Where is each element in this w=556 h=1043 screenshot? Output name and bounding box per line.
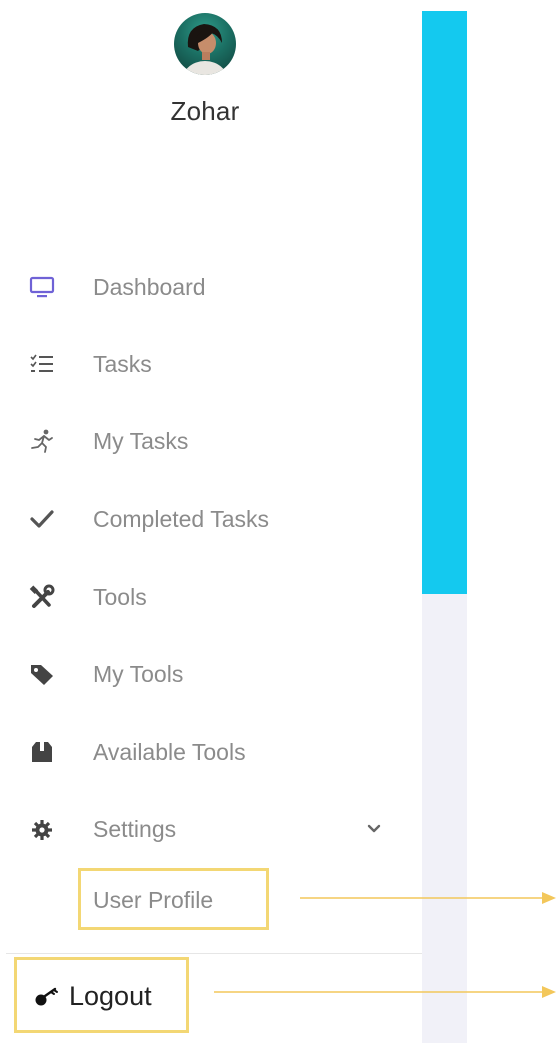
nav-label: Tools xyxy=(93,584,147,610)
gear-icon xyxy=(28,816,56,842)
annotation-arrow-logout xyxy=(214,986,556,998)
nav-label: Dashboard xyxy=(93,274,206,300)
checkmark-icon xyxy=(28,506,56,532)
chevron-down-icon[interactable] xyxy=(364,818,384,838)
nav-label: My Tasks xyxy=(93,428,189,454)
sidebar: Zohar Dashboard Tasks My Tasks Completed… xyxy=(0,0,422,1043)
user-avatar[interactable] xyxy=(174,13,236,75)
nav-item-tools[interactable]: Tools xyxy=(0,572,410,622)
nav-item-tasks[interactable]: Tasks xyxy=(0,339,410,389)
nav-item-my-tools[interactable]: My Tools xyxy=(0,649,410,699)
user-name: Zohar xyxy=(170,96,240,126)
nav-item-available-tools[interactable]: Available Tools xyxy=(0,727,410,777)
divider xyxy=(6,953,422,954)
tools-icon xyxy=(28,584,56,610)
nav-label: Tasks xyxy=(93,351,152,377)
nav-label: Available Tools xyxy=(93,739,246,765)
submenu-item-user-profile[interactable]: User Profile xyxy=(78,868,269,930)
logout-button[interactable]: Logout xyxy=(14,957,189,1033)
box-icon xyxy=(28,739,56,765)
nav-item-settings[interactable]: Settings xyxy=(0,804,410,854)
logout-key-icon xyxy=(34,985,66,1009)
nav-item-dashboard[interactable]: Dashboard xyxy=(0,262,410,312)
nav-label: Settings xyxy=(93,816,177,842)
nav-item-my-tasks[interactable]: My Tasks xyxy=(0,416,410,466)
tag-icon xyxy=(28,661,56,687)
running-icon xyxy=(28,428,56,454)
accent-bar xyxy=(422,11,467,594)
checklist-icon xyxy=(28,351,56,377)
submenu-label: User Profile xyxy=(93,887,214,913)
annotation-arrow-user-profile xyxy=(300,892,556,904)
logout-label: Logout xyxy=(69,981,152,1011)
nav-label: Completed Tasks xyxy=(93,506,269,532)
monitor-icon xyxy=(28,274,56,300)
nav-label: My Tools xyxy=(93,661,184,687)
nav-item-completed-tasks[interactable]: Completed Tasks xyxy=(0,494,410,544)
